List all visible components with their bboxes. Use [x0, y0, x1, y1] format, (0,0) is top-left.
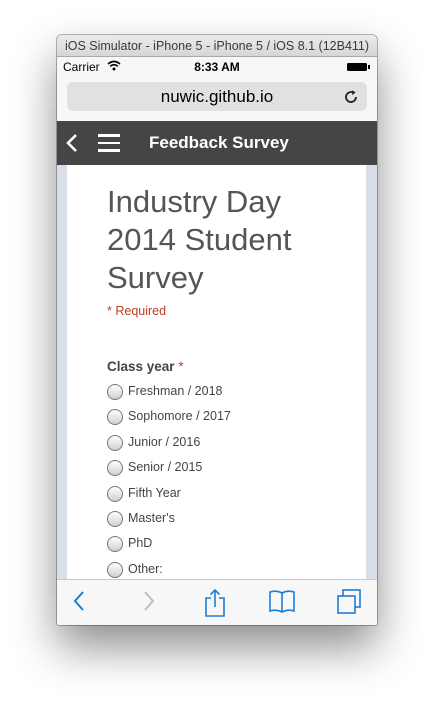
bookmarks-icon[interactable]	[268, 588, 296, 614]
address-bar[interactable]: nuwic.github.io	[67, 82, 367, 111]
radio-button[interactable]	[107, 384, 123, 400]
option-label[interactable]: Other:	[128, 562, 163, 576]
app-title: Feedback Survey	[149, 133, 289, 152]
survey-form: Industry Day 2014 Student Survey * Requi…	[67, 165, 366, 579]
share-icon[interactable]	[203, 588, 227, 618]
status-time: 8:33 AM	[194, 60, 240, 74]
required-asterisk: *	[178, 359, 184, 374]
simulator-window: iOS Simulator - iPhone 5 - iPhone 5 / iO…	[57, 35, 377, 625]
address-bar-area: nuwic.github.io	[57, 77, 377, 121]
tabs-icon[interactable]	[335, 588, 363, 616]
radio-button[interactable]	[107, 460, 123, 477]
hamburger-menu-icon[interactable]	[98, 134, 120, 152]
safari-toolbar	[57, 579, 377, 625]
radio-button[interactable]	[107, 536, 123, 553]
option-label[interactable]: Fifth Year	[128, 486, 181, 500]
reload-icon[interactable]	[341, 87, 361, 107]
option-label[interactable]: PhD	[128, 536, 152, 550]
radio-button[interactable]	[107, 409, 123, 426]
option-label[interactable]: Master's	[128, 511, 175, 525]
radio-button[interactable]	[107, 485, 123, 502]
window-title: iOS Simulator - iPhone 5 - iPhone 5 / iO…	[57, 35, 377, 57]
safari-forward-icon[interactable]	[141, 588, 157, 614]
option-label[interactable]: Sophomore / 2017	[128, 409, 231, 423]
battery-icon	[347, 63, 370, 71]
app-header: Feedback Survey	[57, 121, 377, 165]
form-title: Industry Day 2014 Student Survey	[107, 184, 292, 295]
option-label[interactable]: Junior / 2016	[128, 435, 200, 449]
question-text: Class year	[107, 359, 175, 374]
status-bar: Carrier 8:33 AM	[57, 57, 377, 77]
required-note: * Required	[107, 304, 167, 318]
radio-button[interactable]	[107, 434, 123, 451]
radio-button[interactable]	[107, 561, 123, 578]
option-label[interactable]: Freshman / 2018	[128, 384, 223, 398]
page-content[interactable]: Industry Day 2014 Student Survey * Requi…	[57, 165, 377, 579]
question-label: Class year *	[107, 359, 184, 374]
option-label[interactable]: Senior / 2015	[128, 460, 202, 474]
back-chevron-icon[interactable]	[65, 133, 79, 153]
url-text: nuwic.github.io	[160, 87, 274, 106]
safari-back-icon[interactable]	[71, 588, 87, 614]
radio-button[interactable]	[107, 510, 123, 527]
